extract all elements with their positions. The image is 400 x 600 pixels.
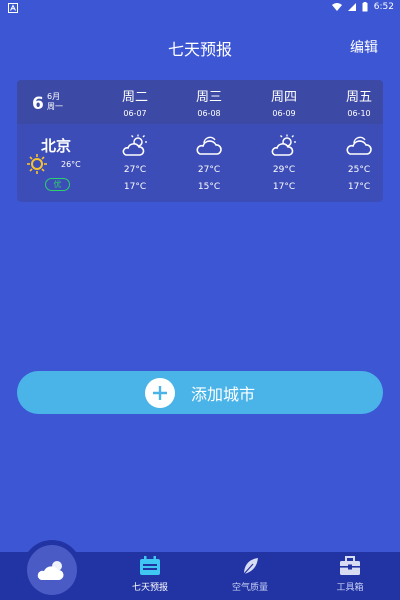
tab-label: 工具箱 (336, 583, 364, 593)
day-header: 周三 06-08 (179, 86, 239, 118)
high-temp: 27°C (197, 165, 221, 175)
tab-toolbox[interactable]: 工具箱 (310, 556, 390, 593)
day-header: 周五 06-10 (329, 86, 389, 118)
cloud-icon (346, 136, 372, 155)
notification-icon (8, 3, 18, 13)
low-temp: 17°C (123, 182, 147, 192)
add-city-button[interactable]: 添加城市 (17, 371, 383, 414)
calendar-icon (140, 556, 160, 575)
title-bar: 七天预报 编辑 (0, 28, 400, 62)
forecast-card[interactable]: 6 6月 周一 周二 06-07 周三 06-08 周四 06-09 周五 06… (17, 80, 383, 202)
tab-air-quality[interactable]: 空气质量 (210, 556, 290, 593)
add-city-label: 添加城市 (190, 384, 255, 404)
cloud-icon (196, 136, 222, 155)
day-forecast: 27°C 17°C (105, 134, 165, 192)
day-forecast: 27°C 15°C (179, 134, 239, 192)
signal-icon (347, 3, 356, 11)
weather-fab-button[interactable] (27, 545, 77, 595)
toolbox-icon (340, 556, 360, 575)
day-date: 06-10 (347, 109, 371, 118)
today-day: 6 (32, 94, 44, 114)
sun-cloud-icon (122, 134, 147, 156)
low-temp: 17°C (347, 182, 371, 192)
day-weekday: 周五 (345, 90, 372, 105)
day-weekday: 周二 (121, 90, 148, 105)
status-bar: 6:52 (0, 0, 400, 16)
status-time: 6:52 (373, 2, 394, 12)
low-temp: 15°C (197, 182, 221, 192)
aqi-badge: 优 (45, 178, 70, 191)
wifi-icon (331, 3, 342, 11)
plus-icon (144, 377, 175, 408)
today-weekday: 周一 (47, 102, 63, 111)
day-date: 06-07 (123, 109, 147, 118)
sun-cloud-icon (37, 561, 64, 580)
tab-seven-day-forecast[interactable]: 七天预报 (110, 556, 190, 593)
tab-label: 七天预报 (131, 583, 168, 593)
day-forecast: 29°C 17°C (254, 134, 314, 192)
sun-icon (27, 154, 47, 174)
day-forecast: 25°C 17°C (329, 134, 389, 192)
battery-icon (362, 2, 368, 12)
high-temp: 29°C (272, 165, 296, 175)
page-title: 七天预报 (167, 40, 232, 59)
day-header: 周二 06-07 (105, 86, 165, 118)
tab-label: 空气质量 (231, 583, 268, 593)
high-temp: 25°C (347, 165, 371, 175)
city-temperature: 26°C (61, 160, 81, 169)
low-temp: 17°C (272, 182, 296, 192)
leaf-icon (243, 558, 258, 575)
day-date: 06-08 (197, 109, 221, 118)
day-date: 06-09 (272, 109, 296, 118)
sun-cloud-icon (271, 134, 296, 156)
day-weekday: 周三 (195, 90, 222, 105)
high-temp: 27°C (123, 165, 147, 175)
day-header: 周四 06-09 (254, 86, 314, 118)
edit-button[interactable]: 编辑 (350, 37, 378, 57)
day-weekday: 周四 (270, 90, 297, 105)
